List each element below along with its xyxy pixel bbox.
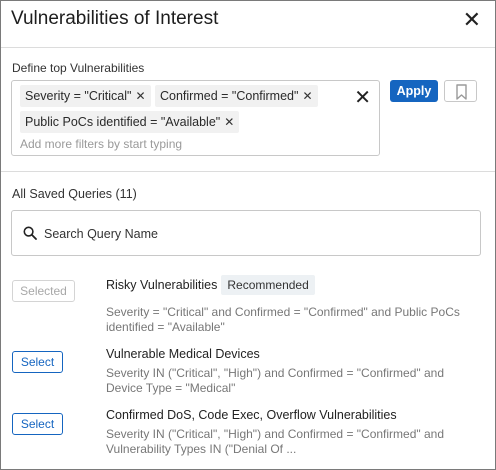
bookmark-icon — [456, 84, 467, 100]
filter-chip-severity: Severity = "Critical" ✕ — [20, 85, 151, 107]
filter-chip-label: Public PoCs identified = "Available" — [25, 115, 221, 129]
query-description: Severity IN ("Critical", "High") and Con… — [106, 366, 445, 395]
close-icon[interactable]: ✕ — [135, 85, 145, 107]
query-name-text: Risky Vulnerabilities — [106, 278, 218, 292]
filter-chip-label: Confirmed = "Confirmed" — [160, 89, 299, 103]
query-name: Risky Vulnerabilities Recommended — [106, 275, 315, 295]
query-description: Severity = "Critical" and Confirmed = "C… — [106, 305, 460, 334]
close-icon[interactable]: ✕ — [302, 85, 312, 107]
apply-button[interactable]: Apply — [390, 80, 438, 102]
saved-queries-label: All Saved Queries (11) — [12, 187, 137, 201]
close-icon[interactable]: ✕ — [463, 9, 481, 31]
selected-button: Selected — [12, 280, 75, 302]
filter-placeholder[interactable]: Add more filters by start typing — [20, 137, 182, 151]
search-query-input[interactable] — [42, 221, 466, 247]
select-button[interactable]: Select — [12, 413, 63, 435]
filter-input-box[interactable]: Severity = "Critical" ✕ Confirmed = "Conf… — [11, 80, 380, 156]
select-button[interactable]: Select — [12, 351, 63, 373]
vulnerabilities-dialog: Vulnerabilities of Interest ✕ Define top… — [0, 0, 496, 470]
filter-chip-label: Severity = "Critical" — [25, 89, 132, 103]
query-name: Vulnerable Medical Devices — [106, 347, 260, 361]
filter-chip-public-pocs: Public PoCs identified = "Available" ✕ — [20, 111, 240, 133]
query-name: Confirmed DoS, Code Exec, Overflow Vulne… — [106, 408, 397, 422]
dialog-title: Vulnerabilities of Interest — [11, 8, 219, 29]
clear-filters-icon[interactable]: ✕ — [354, 85, 371, 110]
query-search-box[interactable] — [11, 210, 481, 256]
search-icon — [23, 226, 37, 240]
define-vulnerabilities-label: Define top Vulnerabilities — [12, 61, 145, 75]
filter-chip-confirmed: Confirmed = "Confirmed" ✕ — [155, 85, 318, 107]
section-divider — [1, 171, 495, 172]
bookmark-button[interactable] — [444, 80, 477, 102]
recommended-badge: Recommended — [221, 275, 315, 295]
query-description: Severity IN ("Critical", "High") and Con… — [106, 427, 445, 456]
dialog-header: Vulnerabilities of Interest ✕ — [1, 1, 495, 48]
close-icon[interactable]: ✕ — [224, 111, 234, 133]
